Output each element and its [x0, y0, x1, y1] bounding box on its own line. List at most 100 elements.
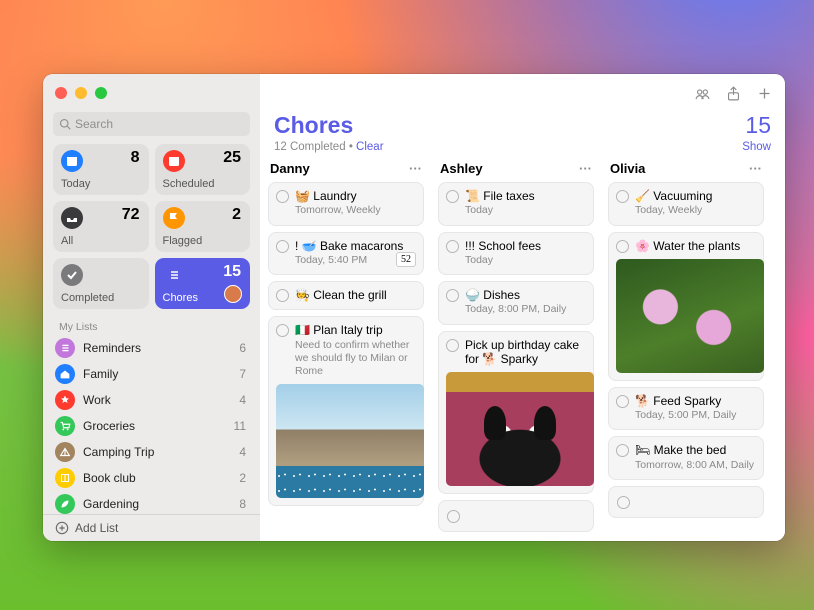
complete-toggle[interactable]	[616, 444, 629, 457]
column-menu-button[interactable]: ···	[749, 161, 762, 176]
clear-button[interactable]: Clear	[356, 141, 383, 153]
list-count: 7	[239, 367, 246, 381]
tray-icon	[61, 207, 83, 229]
list-camping-trip[interactable]: Camping Trip 4	[43, 439, 260, 465]
list-name: Camping Trip	[83, 445, 154, 459]
avatar	[224, 285, 242, 303]
calendar-icon	[61, 150, 83, 172]
column-menu-button[interactable]: ···	[409, 161, 422, 176]
sidebar: Search 8Today25Scheduled72All2FlaggedCom…	[43, 74, 260, 541]
reminder-card[interactable]: 🧹 VacuumingToday, Weekly	[608, 182, 764, 226]
list-book-club[interactable]: Book club2	[43, 465, 260, 491]
list-count: 4	[239, 393, 246, 407]
book-icon	[55, 468, 75, 488]
list-work[interactable]: Work4	[43, 387, 260, 413]
week-badge: 52	[396, 252, 416, 267]
empty-reminder-slot[interactable]	[608, 486, 764, 518]
reminder-title: 🇮🇹 Plan Italy trip	[295, 323, 383, 337]
complete-toggle[interactable]	[276, 324, 289, 337]
reminder-card[interactable]: 📜 File taxesToday	[438, 182, 594, 226]
list-count: 4	[239, 445, 246, 459]
search-input[interactable]: Search	[53, 112, 250, 136]
show-button[interactable]: Show	[742, 141, 771, 153]
list-family[interactable]: Family 7	[43, 361, 260, 387]
main: Chores 15 12 Completed • Clear Show Dann…	[260, 74, 785, 541]
list-count: 2	[239, 471, 246, 485]
reminder-image	[446, 372, 594, 486]
empty-reminder-slot[interactable]	[438, 500, 594, 532]
list-count: 6	[239, 341, 246, 355]
complete-toggle[interactable]	[276, 289, 289, 302]
smart-all[interactable]: 72All	[53, 201, 149, 252]
list-groceries[interactable]: Groceries11	[43, 413, 260, 439]
reminder-title: 🛏 Make the bed	[635, 443, 726, 457]
complete-toggle[interactable]	[446, 240, 459, 253]
reminder-note: Need to confirm whether we should fly to…	[295, 339, 416, 378]
flag-icon	[163, 207, 185, 229]
column-olivia: Olivia···🧹 VacuumingToday, Weekly🌸 Water…	[600, 155, 770, 541]
smart-today[interactable]: 8Today	[53, 144, 149, 195]
add-list-button[interactable]: Add List	[43, 514, 260, 541]
plus-circle-icon	[55, 521, 69, 535]
reminder-title: 🧺 Laundry	[295, 189, 357, 203]
reminder-card[interactable]: 🌸 Water the plants	[608, 232, 764, 381]
reminder-card[interactable]: ! 🥣 Bake macaronsToday, 5:40 PM52	[268, 232, 424, 276]
complete-toggle[interactable]	[446, 339, 459, 352]
column-danny: Danny···🧺 LaundryTomorrow, Weekly! 🥣 Bak…	[260, 155, 430, 541]
reminder-title: 🍚 Dishes	[465, 288, 520, 302]
smart-flagged[interactable]: 2Flagged	[155, 201, 251, 252]
list-gardening[interactable]: Gardening 8	[43, 491, 260, 514]
complete-toggle[interactable]	[616, 190, 629, 203]
list-reminders[interactable]: Reminders 6	[43, 335, 260, 361]
smart-lists: 8Today25Scheduled72All2FlaggedCompleted1…	[43, 144, 260, 317]
close-button[interactable]	[55, 87, 67, 99]
complete-toggle[interactable]	[276, 190, 289, 203]
complete-toggle[interactable]	[616, 395, 629, 408]
collaborate-icon[interactable]	[694, 85, 711, 102]
list-name: Family	[83, 367, 118, 381]
share-icon[interactable]	[725, 85, 742, 102]
complete-toggle[interactable]	[447, 510, 460, 523]
smart-completed[interactable]: Completed	[53, 258, 149, 309]
reminder-card[interactable]: 🧑‍🍳 Clean the grill	[268, 281, 424, 310]
reminder-card[interactable]: 🍚 DishesToday, 8:00 PM, Daily	[438, 281, 594, 325]
complete-toggle[interactable]	[446, 190, 459, 203]
list-name: Reminders	[83, 341, 141, 355]
leaf-icon	[55, 494, 75, 514]
reminder-subtitle: Tomorrow, Weekly	[295, 204, 416, 217]
complete-toggle[interactable]	[616, 240, 629, 253]
reminder-card[interactable]: 🇮🇹 Plan Italy trip Need to confirm whethe…	[268, 316, 424, 506]
maximize-button[interactable]	[95, 87, 107, 99]
list-count: 15	[745, 112, 771, 139]
reminder-card[interactable]: 🧺 LaundryTomorrow, Weekly	[268, 182, 424, 226]
list-name: Gardening	[83, 497, 139, 511]
add-list-label: Add List	[75, 521, 118, 535]
minimize-button[interactable]	[75, 87, 87, 99]
reminder-card[interactable]: 🐕 Feed SparkyToday, 5:00 PM, Daily	[608, 387, 764, 431]
reminder-card[interactable]: !!! School feesToday	[438, 232, 594, 276]
reminder-card[interactable]: Pick up birthday cake for 🐕 Sparky	[438, 331, 594, 495]
complete-toggle[interactable]	[276, 240, 289, 253]
smart-count: 72	[122, 206, 140, 224]
smart-scheduled[interactable]: 25Scheduled	[155, 144, 251, 195]
cart-icon	[55, 416, 75, 436]
reminder-subtitle: Today, Weekly	[635, 204, 756, 217]
check-icon	[61, 264, 83, 286]
smart-chores[interactable]: 15Chores	[155, 258, 251, 309]
reminder-title: !!! School fees	[465, 239, 541, 253]
complete-toggle[interactable]	[617, 496, 630, 509]
list-title: Chores	[274, 112, 353, 139]
my-lists: Reminders6Family7Work4Groceries11Camping…	[43, 335, 260, 514]
reminder-title: 🧹 Vacuuming	[635, 189, 712, 203]
list-count: 8	[239, 497, 246, 511]
column-menu-button[interactable]: ···	[579, 161, 592, 176]
complete-toggle[interactable]	[446, 289, 459, 302]
list-icon	[55, 338, 75, 358]
reminder-card[interactable]: 🛏 Make the bedTomorrow, 8:00 AM, Daily	[608, 436, 764, 480]
reminder-title: 🐕 Feed Sparky	[635, 394, 721, 408]
add-icon[interactable]	[756, 85, 773, 102]
smart-count: 25	[223, 149, 241, 167]
star-icon	[55, 390, 75, 410]
reminder-title: 🌸 Water the plants	[635, 239, 740, 253]
reminder-image	[276, 384, 424, 498]
